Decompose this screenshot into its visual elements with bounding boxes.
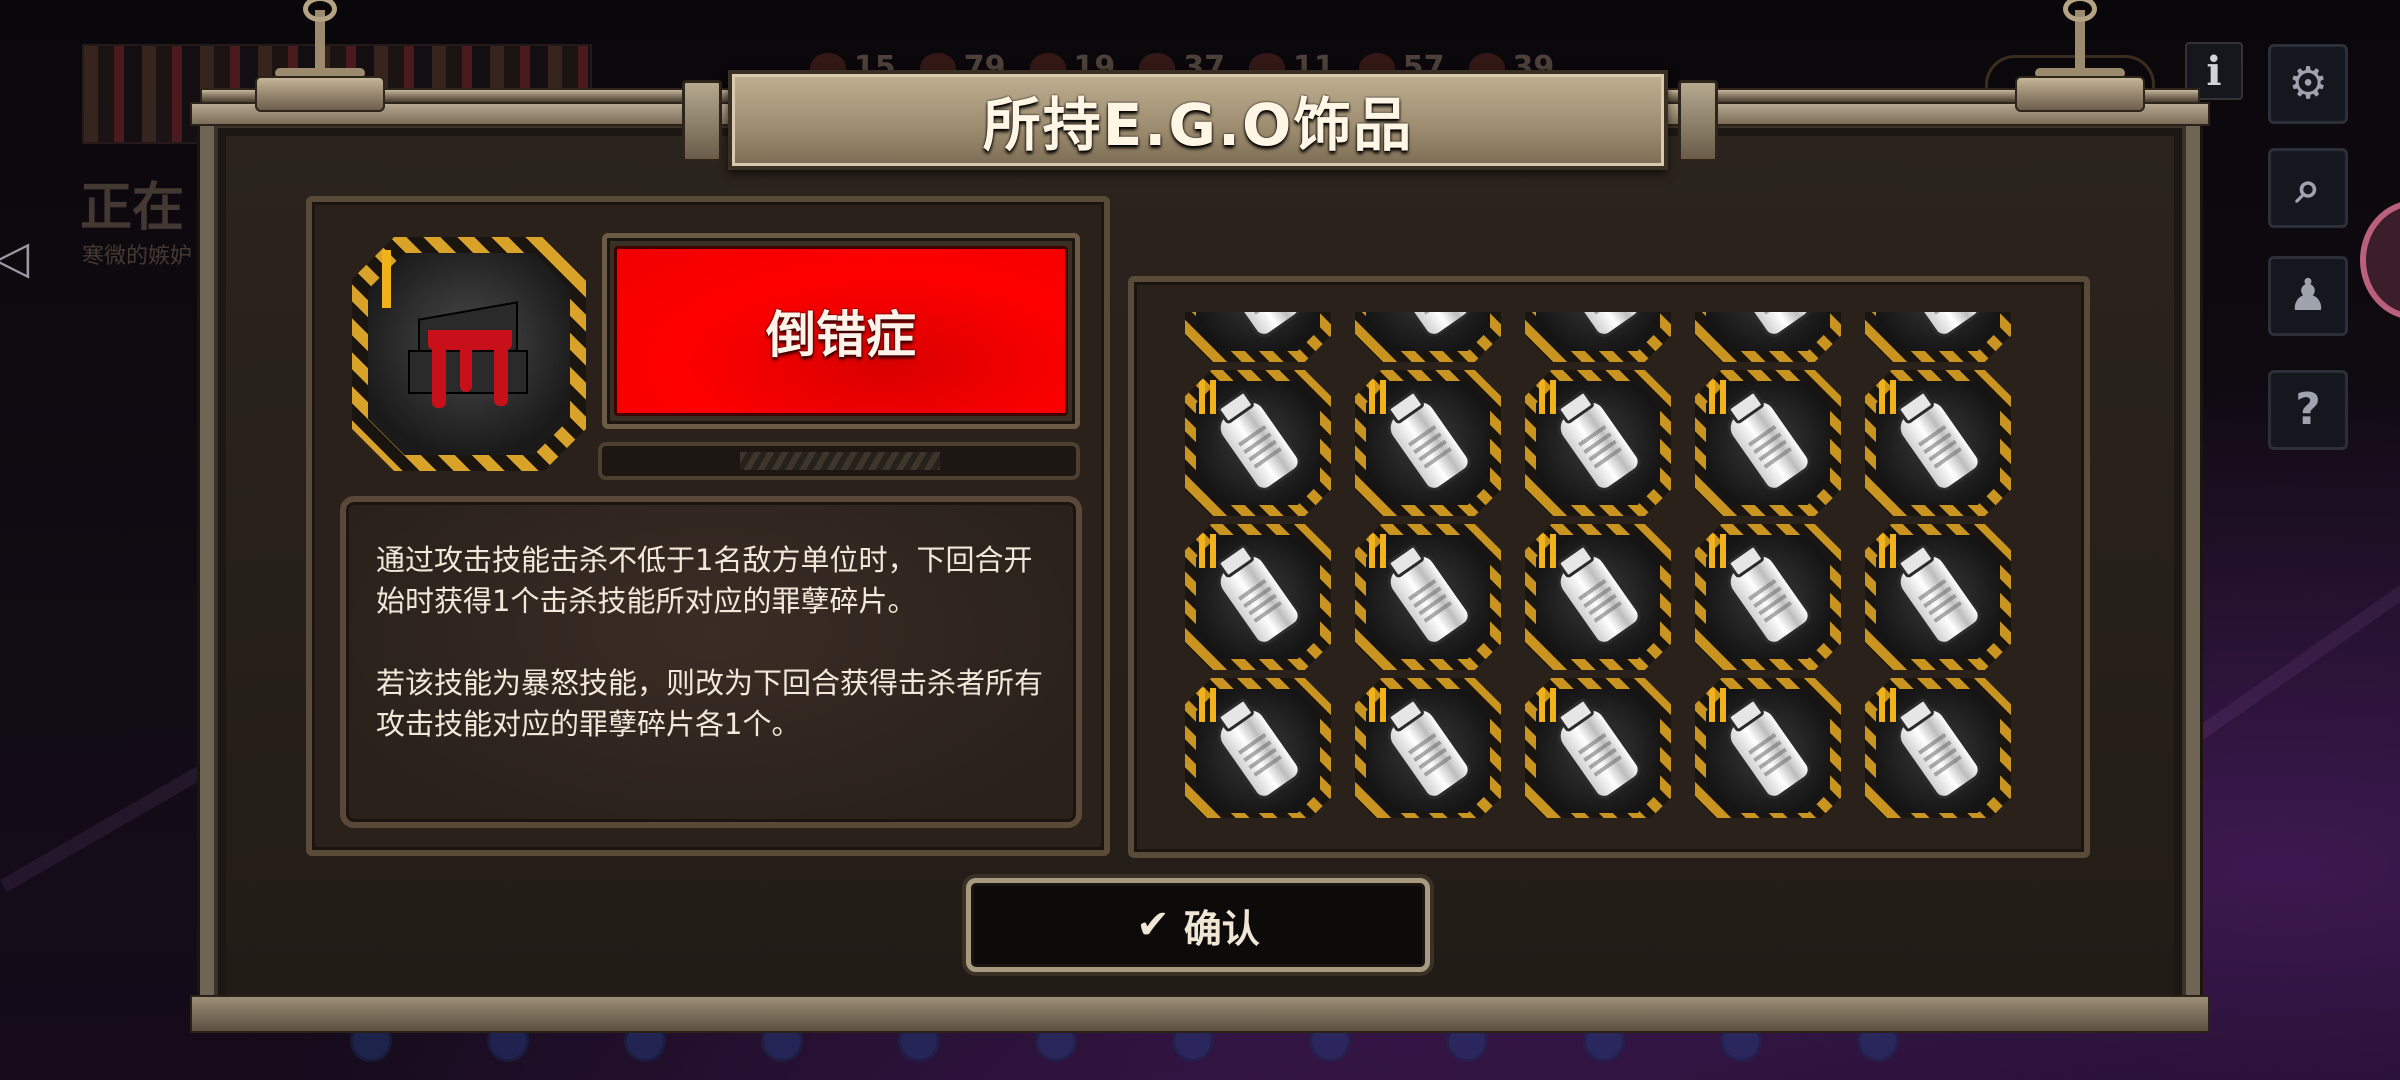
gift-slot[interactable] xyxy=(1355,524,1501,670)
gift-tier-marker xyxy=(1709,380,1726,414)
gift-slot[interactable] xyxy=(1355,370,1501,516)
background-title: 正在 xyxy=(80,178,185,238)
gift-tier-marker xyxy=(1199,534,1216,568)
magnifier-icon: ⌕ xyxy=(2295,162,2321,213)
gear-icon: ⚙ xyxy=(2288,58,2328,109)
modal-title: 所持E.G.O饰品 xyxy=(982,91,1414,159)
gift-grid-viewport[interactable] xyxy=(1185,312,2015,818)
gift-tier-marker xyxy=(1369,688,1386,722)
gift-slot[interactable] xyxy=(1185,678,1331,818)
gift-grid xyxy=(1185,312,2011,818)
gift-slot[interactable] xyxy=(1695,370,1841,516)
gift-slot[interactable] xyxy=(1525,524,1671,670)
gift-slot[interactable] xyxy=(1865,370,2011,516)
gift-tier-marker xyxy=(1539,688,1556,722)
gift-slot[interactable] xyxy=(1185,370,1331,516)
gift-slot[interactable] xyxy=(1525,370,1671,516)
gift-tier-marker xyxy=(1879,688,1896,722)
gift-tier-marker xyxy=(1879,534,1896,568)
gift-slot[interactable] xyxy=(1185,524,1331,670)
gift-slot[interactable] xyxy=(1865,678,2011,818)
modal-bottom-rail xyxy=(190,995,2210,1033)
gift-slot[interactable] xyxy=(1695,312,1841,362)
help-button[interactable]: ? xyxy=(2268,370,2348,450)
title-cap-right xyxy=(1678,80,1718,162)
profile-button[interactable]: ♟ xyxy=(2268,256,2348,336)
gift-name-plate: 倒错症 xyxy=(614,246,1068,416)
gift-tier-marker xyxy=(1199,380,1216,414)
gift-slot[interactable] xyxy=(1695,678,1841,818)
checkmark-icon: ✔ xyxy=(1136,902,1170,948)
back-arrow-icon[interactable]: ◁ xyxy=(0,230,29,284)
gift-tier-marker xyxy=(1199,688,1216,722)
gift-slot[interactable] xyxy=(1525,678,1671,818)
valve-left xyxy=(245,0,395,120)
gift-slot[interactable] xyxy=(1695,524,1841,670)
confirm-button[interactable]: ✔ 确认 xyxy=(966,878,1430,972)
title-cap-left xyxy=(682,80,722,162)
gift-slot[interactable] xyxy=(1355,678,1501,818)
settings-button[interactable]: ⚙ xyxy=(2268,44,2348,124)
paraphilia-gift-icon xyxy=(398,290,538,420)
background-subtitle: 寒微的嫉妒 xyxy=(82,244,193,269)
gift-tier-marker xyxy=(1709,534,1726,568)
person-icon: ♟ xyxy=(2288,270,2328,321)
search-button[interactable]: ⌕ xyxy=(2268,148,2348,228)
valve-right xyxy=(2005,0,2155,120)
gift-description: 通过攻击技能击杀不低于1名敌方单位时，下回合开始时获得1个击杀技能所对应的罪孽碎… xyxy=(376,543,1044,741)
gift-tier-marker xyxy=(1369,380,1386,414)
gift-slot[interactable] xyxy=(1865,312,2011,362)
modal-title-plate: 所持E.G.O饰品 xyxy=(728,70,1668,170)
gift-slot[interactable] xyxy=(1865,524,2011,670)
gift-tier-marker xyxy=(1369,534,1386,568)
gift-progress-stripes xyxy=(740,452,940,470)
gift-name: 倒错症 xyxy=(766,306,916,364)
gift-tier-marker xyxy=(1539,534,1556,568)
gift-slot[interactable] xyxy=(1185,312,1331,362)
gift-slot[interactable] xyxy=(1525,312,1671,362)
question-icon: ? xyxy=(2295,384,2321,435)
gift-tier-marker xyxy=(1539,380,1556,414)
gift-tier-marker xyxy=(1879,380,1896,414)
confirm-label: 确认 xyxy=(1183,906,1260,951)
selected-gift-tier-bar xyxy=(382,250,391,308)
gift-tier-marker xyxy=(1709,688,1726,722)
gift-slot[interactable] xyxy=(1355,312,1501,362)
